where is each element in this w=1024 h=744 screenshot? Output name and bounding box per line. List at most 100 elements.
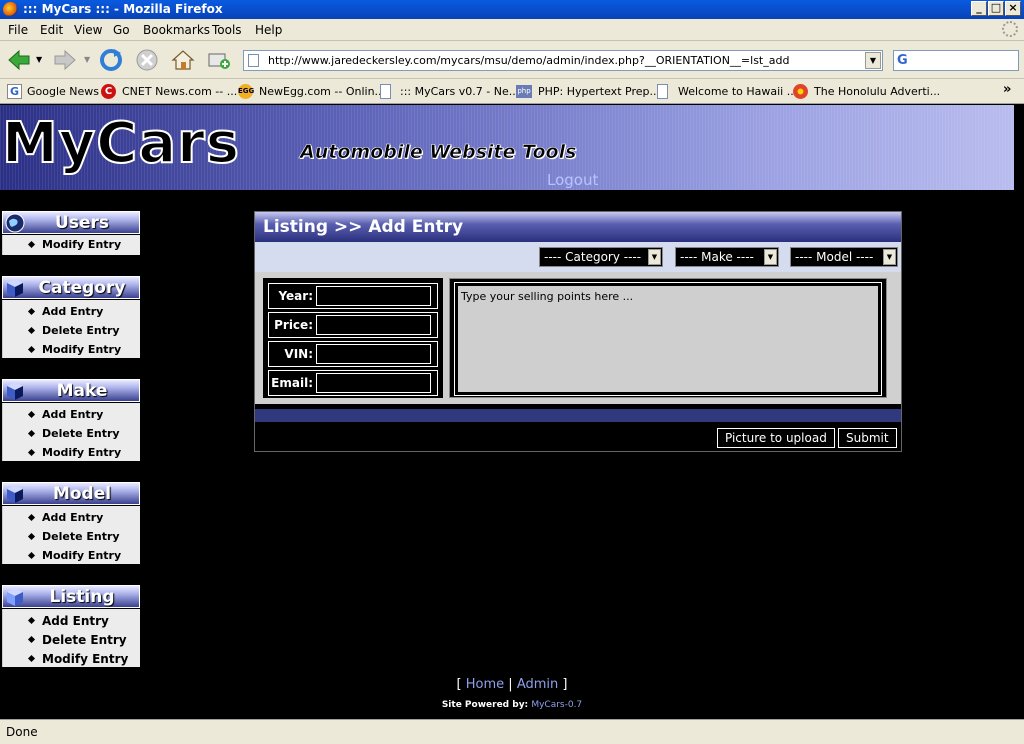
sidebar-category-delete-entry[interactable]: Delete Entry [3, 321, 141, 340]
make-select[interactable]: ---- Make ---- ▼ [675, 247, 779, 267]
submit-button[interactable]: Submit [838, 428, 897, 448]
menu-edit[interactable]: Edit [40, 23, 63, 37]
footer-bracket-close: ] [562, 677, 568, 692]
reload-icon[interactable] [98, 47, 124, 73]
home-icon[interactable] [170, 47, 196, 73]
listing-fields: Year: Price: VIN: Email: [263, 278, 443, 398]
sidebar-header-users: Users [2, 211, 140, 234]
powered-by: Site Powered by: MyCars-0.7 [0, 700, 1024, 710]
menu-bookmarks[interactable]: Bookmarks [143, 23, 210, 37]
bookmark-mycars[interactable]: ::: MyCars v0.7 - Ne... [400, 85, 519, 98]
menu-file[interactable]: File [8, 23, 28, 37]
sidebar-category-add-entry[interactable]: Add Entry [3, 302, 141, 321]
google-search-icon[interactable]: G [897, 53, 908, 68]
php-icon: php [516, 85, 532, 98]
home-link[interactable]: Home [466, 677, 504, 692]
menu-help[interactable]: Help [255, 23, 282, 37]
back-dropdown-icon[interactable]: ▼ [36, 55, 42, 64]
window-titlebar: ::: MyCars ::: - Mozilla Firefox _ □ × [0, 0, 1024, 19]
menu-tools[interactable]: Tools [212, 23, 242, 37]
category-select-value: ---- Category ---- [544, 250, 642, 264]
page-icon [380, 84, 391, 99]
address-bar[interactable]: http://www.jaredeckersley.com/mycars/msu… [243, 50, 883, 71]
sidebar-model-modify-entry[interactable]: Modify Entry [3, 546, 141, 565]
sidebar-group-make: Add Entry Delete Entry Modify Entry [2, 403, 140, 461]
sidebar-model-delete-entry[interactable]: Delete Entry [3, 527, 141, 546]
sidebar-listing-delete-entry[interactable]: Delete Entry [3, 630, 141, 649]
year-input[interactable] [316, 286, 431, 306]
flower-icon [793, 84, 808, 99]
sidebar-title-category: Category [38, 278, 126, 298]
bookmark-honolulu[interactable]: The Honolulu Adverti... [814, 85, 940, 98]
model-select[interactable]: ---- Model ---- ▼ [790, 247, 898, 267]
forward-icon[interactable] [52, 47, 78, 73]
bookmark-google-news[interactable]: Google News [27, 85, 99, 98]
sidebar-group-model: Add Entry Delete Entry Modify Entry [2, 506, 140, 564]
category-select[interactable]: ---- Category ---- ▼ [539, 247, 663, 267]
maximize-button[interactable]: □ [988, 1, 1004, 16]
new-tab-icon[interactable] [206, 47, 232, 73]
address-dropdown-icon[interactable]: ▼ [865, 52, 881, 69]
sidebar-group-category: Add Entry Delete Entry Modify Entry [2, 300, 140, 358]
menu-go[interactable]: Go [113, 23, 130, 37]
make-select-value: ---- Make ---- [680, 250, 754, 264]
admin-link[interactable]: Admin [517, 677, 558, 692]
bookmark-php[interactable]: PHP: Hypertext Prep... [538, 85, 660, 98]
sidebar-category-modify-entry[interactable]: Modify Entry [3, 340, 141, 359]
menu-view[interactable]: View [74, 23, 102, 37]
price-row: Price: [268, 312, 438, 338]
sidebar-title-listing: Listing [49, 587, 115, 607]
status-bar: Done [0, 719, 1024, 744]
search-box[interactable]: G [893, 50, 1019, 71]
throbber-icon [1002, 21, 1018, 37]
chevron-down-icon[interactable]: ▼ [883, 249, 896, 265]
chevron-down-icon[interactable]: ▼ [764, 249, 777, 265]
sidebar-group-listing: Add Entry Delete Entry Modify Entry [2, 609, 140, 667]
address-text[interactable]: http://www.jaredeckersley.com/mycars/msu… [268, 54, 789, 67]
footer-links: [ Home | Admin ] [0, 677, 1024, 692]
email-input[interactable] [316, 373, 431, 393]
chevron-down-icon[interactable]: ▼ [648, 249, 661, 265]
listing-form: Year: Price: VIN: Email: Type your selli… [255, 272, 901, 404]
sidebar-make-add-entry[interactable]: Add Entry [3, 405, 141, 424]
sidebar-make-delete-entry[interactable]: Delete Entry [3, 424, 141, 443]
bookmarks-overflow-icon[interactable]: » [1003, 82, 1011, 97]
footer-separator: | [508, 677, 513, 692]
sidebar-header-make: Make [2, 379, 140, 402]
cnet-icon: C [101, 84, 116, 99]
bookmark-cnet[interactable]: CNET News.com -- ... [122, 85, 237, 98]
sidebar-make-modify-entry[interactable]: Modify Entry [3, 443, 141, 462]
status-text: Done [6, 725, 38, 739]
back-icon[interactable] [6, 47, 32, 73]
description-textarea[interactable]: Type your selling points here ... [454, 282, 882, 396]
model-select-value: ---- Model ---- [795, 250, 874, 264]
sidebar-model-add-entry[interactable]: Add Entry [3, 508, 141, 527]
stop-icon[interactable] [134, 47, 160, 73]
forward-dropdown-icon[interactable]: ▼ [84, 55, 90, 64]
bookmark-newegg[interactable]: NewEgg.com -- Onlin... [259, 85, 385, 98]
sidebar-listing-add-entry[interactable]: Add Entry [3, 611, 141, 630]
site-banner: MyCars Automobile Website Tools Logout [0, 105, 1014, 190]
close-button[interactable]: × [1005, 1, 1021, 16]
vin-input[interactable] [316, 344, 431, 364]
description-box: Type your selling points here ... [449, 278, 887, 398]
window-title: ::: MyCars ::: - Mozilla Firefox [23, 2, 223, 16]
picture-upload-button[interactable]: Picture to upload [717, 428, 835, 448]
sidebar-header-model: Model [2, 482, 140, 505]
price-input[interactable] [316, 315, 431, 335]
sidebar-users-modify-entry[interactable]: Modify Entry [3, 235, 141, 254]
sidebar-title-make: Make [56, 381, 108, 401]
minimize-button[interactable]: _ [971, 1, 987, 16]
price-label: Price: [274, 318, 313, 332]
site-tagline: Automobile Website Tools [300, 141, 577, 164]
page-icon [657, 84, 668, 99]
sidebar-title-users: Users [55, 213, 109, 233]
sidebar-group-users: Modify Entry [2, 235, 140, 255]
bookmark-hawaii[interactable]: Welcome to Hawaii ... [678, 85, 797, 98]
mycars-version-link[interactable]: MyCars-0.7 [531, 700, 582, 710]
listing-filter-bar: ---- Category ---- ▼ ---- Make ---- ▼ --… [255, 242, 901, 272]
sidebar-listing-modify-entry[interactable]: Modify Entry [3, 649, 141, 668]
site-logo: MyCars [1, 111, 241, 176]
powered-label: Site Powered by: [441, 700, 529, 710]
logout-link[interactable]: Logout [547, 171, 598, 189]
